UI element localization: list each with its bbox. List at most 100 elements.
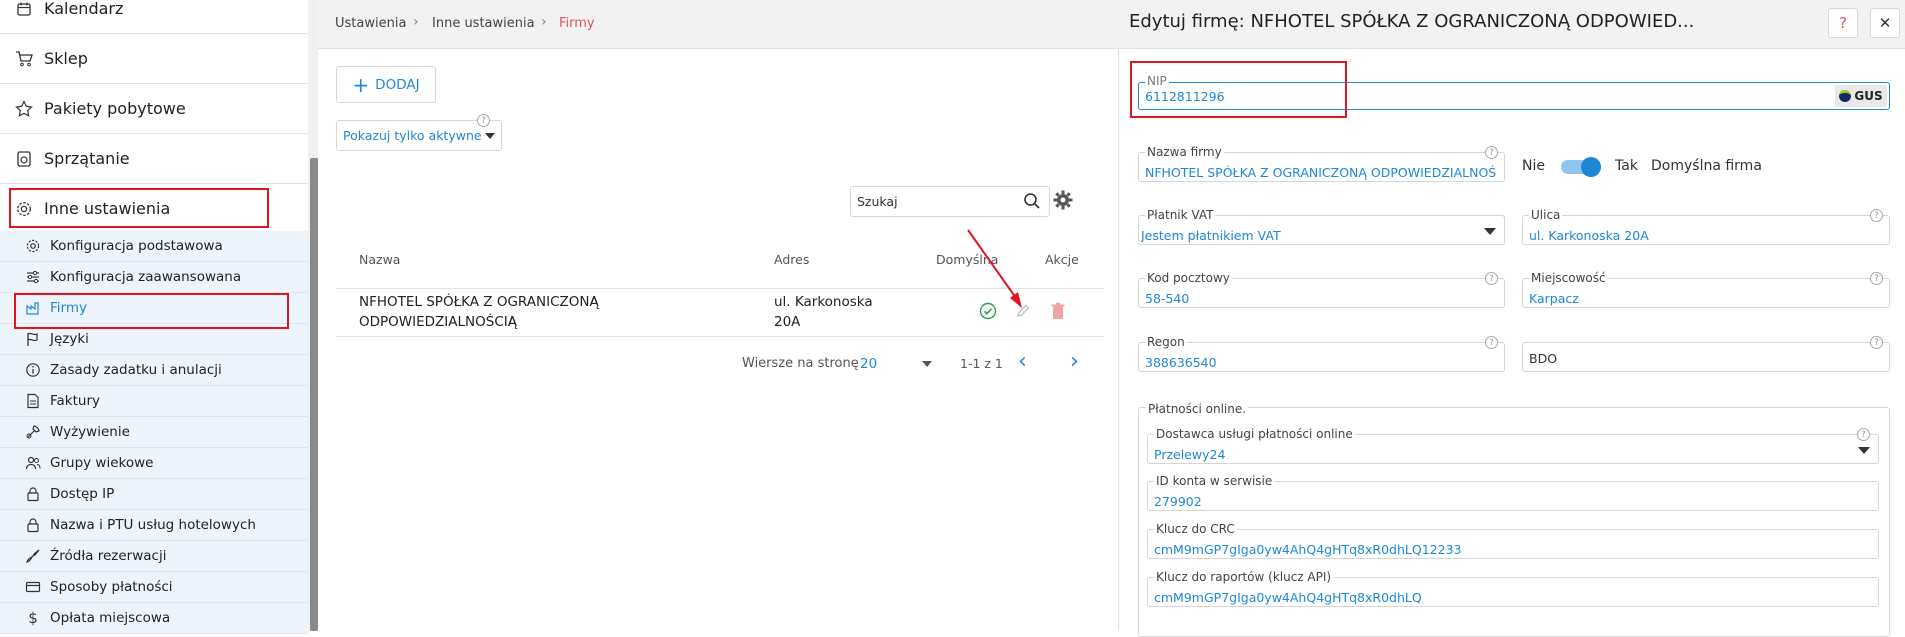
help-icon[interactable]: ? bbox=[1485, 146, 1498, 159]
sidebar-subitem-label: Opłata miejscowa bbox=[50, 610, 171, 626]
provider-label: Dostawca usługi płatności online bbox=[1154, 427, 1355, 441]
vat-value: Jestem płatnikiem VAT bbox=[1141, 228, 1281, 243]
company-name-value: NFHOTEL SPÓŁKA Z OGRANICZONĄ ODPOWIEDZIA… bbox=[1145, 165, 1496, 180]
column-header-address[interactable]: Adres bbox=[774, 252, 809, 267]
company-name-field[interactable]: Nazwa firmy NFHOTEL SPÓŁKA Z OGRANICZONĄ… bbox=[1138, 145, 1505, 182]
help-icon[interactable]: ? bbox=[1485, 272, 1498, 285]
company-name-label: Nazwa firmy bbox=[1145, 145, 1224, 159]
delete-trash-icon[interactable] bbox=[1050, 302, 1066, 324]
help-button[interactable]: ? bbox=[1828, 8, 1858, 38]
sidebar-subitem-faktury[interactable]: Faktury bbox=[0, 386, 308, 417]
street-field[interactable]: Ulica ul. Karkonoska 20A ? bbox=[1522, 208, 1890, 245]
bdo-label: BDO bbox=[1529, 351, 1558, 366]
gus-button[interactable]: GUS bbox=[1835, 85, 1887, 107]
help-icon[interactable]: ? bbox=[1870, 336, 1883, 349]
highlight-box bbox=[14, 293, 289, 329]
caret-down-icon bbox=[1484, 228, 1496, 235]
next-page-chevron-icon[interactable]: › bbox=[1070, 351, 1079, 373]
crc-key-field[interactable]: Klucz do CRC cmM9mGP7gIga0yw4AhQ4gHTq8xR… bbox=[1147, 522, 1879, 559]
active-filter-select[interactable]: Pokazuj tylko aktywne bbox=[336, 120, 502, 151]
city-field[interactable]: Miejscowość Karpacz ? bbox=[1522, 271, 1890, 308]
bdo-field[interactable]: BDO ? bbox=[1522, 336, 1890, 372]
sidebar-item-sklep[interactable]: Sklep bbox=[0, 34, 308, 84]
default-company-toggle[interactable] bbox=[1561, 157, 1601, 177]
help-icon[interactable]: ? bbox=[1870, 209, 1883, 222]
caret-down-icon bbox=[485, 133, 495, 139]
sidebar-subitem-grupy-wiekowe[interactable]: Grupy wiekowe bbox=[0, 448, 308, 479]
payment-provider-select[interactable]: Dostawca usługi płatności online Przelew… bbox=[1147, 427, 1879, 464]
account-id-label: ID konta w serwisie bbox=[1154, 474, 1275, 488]
sidebar-subitem-label: Konfiguracja podstawowa bbox=[50, 238, 223, 254]
close-button[interactable]: ✕ bbox=[1870, 8, 1900, 38]
row-company-name: NFHOTEL SPÓŁKA Z OGRANICZONĄ ODPOWIEDZIA… bbox=[359, 292, 599, 332]
info-icon bbox=[24, 361, 42, 379]
api-key-label: Klucz do raportów (klucz API) bbox=[1154, 570, 1334, 584]
lock-icon bbox=[24, 516, 42, 534]
plus-icon: + bbox=[352, 72, 370, 97]
postal-label: Kod pocztowy bbox=[1145, 271, 1232, 285]
provider-value: Przelewy24 bbox=[1154, 447, 1226, 462]
api-key-value: cmM9mGP7gIga0yw4AhQ4gHTq8xR0dhLQ bbox=[1154, 590, 1422, 605]
help-icon[interactable]: ? bbox=[1870, 272, 1883, 285]
sidebar-subitem-wyzywienie[interactable]: Wyżywienie bbox=[0, 417, 308, 448]
sidebar-subitem-label: Grupy wiekowe bbox=[50, 455, 154, 471]
sidebar-subitem-zasady[interactable]: Zasady zadatku i anulacji bbox=[0, 355, 308, 386]
postal-code-field[interactable]: Kod pocztowy 58-540 ? bbox=[1138, 271, 1505, 308]
sidebar-subitem-label: Sposoby płatności bbox=[50, 579, 173, 595]
food-icon bbox=[24, 423, 42, 441]
sidebar-subitem-dostep-ip[interactable]: Dostęp IP bbox=[0, 479, 308, 510]
search-input[interactable]: Szukaj bbox=[850, 186, 1050, 217]
help-icon[interactable]: ? bbox=[477, 114, 490, 127]
sidebar-subitem-konfiguracja-podstawowa[interactable]: Konfiguracja podstawowa bbox=[0, 231, 308, 262]
gus-logo-icon bbox=[1839, 90, 1852, 102]
lock-icon bbox=[24, 485, 42, 503]
sidebar-item-label: Pakiety pobytowe bbox=[44, 99, 186, 118]
cleaning-icon bbox=[14, 149, 34, 169]
regon-label: Regon bbox=[1145, 335, 1187, 349]
breadcrumb-item-inne-ustawienia[interactable]: Inne ustawienia bbox=[432, 16, 535, 31]
close-icon: ✕ bbox=[1878, 14, 1892, 32]
column-header-actions: Akcje bbox=[1045, 252, 1079, 267]
highlight-box bbox=[9, 188, 269, 228]
regon-value: 388636540 bbox=[1145, 355, 1217, 370]
sidebar-item-sprzatanie[interactable]: Sprzątanie bbox=[0, 134, 308, 184]
sidebar-item-label: Kalendarz bbox=[44, 0, 124, 18]
sidebar-item-kalendarz[interactable]: Kalendarz bbox=[0, 0, 308, 34]
star-icon bbox=[14, 99, 34, 119]
street-label: Ulica bbox=[1529, 208, 1563, 222]
vat-payer-select[interactable]: Płatnik VAT Jestem płatnikiem VAT bbox=[1138, 208, 1505, 245]
rows-per-page-select[interactable]: 20 bbox=[858, 351, 938, 377]
postal-value: 58-540 bbox=[1145, 291, 1190, 306]
sidebar-item-pakiety[interactable]: Pakiety pobytowe bbox=[0, 84, 308, 134]
sidebar-subitem-zrodla[interactable]: Źródła rezerwacji bbox=[0, 541, 308, 572]
help-icon[interactable]: ? bbox=[1485, 336, 1498, 349]
help-icon[interactable]: ? bbox=[1857, 428, 1870, 441]
breadcrumb-current: Firmy bbox=[559, 16, 595, 31]
sidebar-scrollbar-thumb[interactable] bbox=[310, 158, 318, 631]
prev-page-chevron-icon[interactable]: ‹ bbox=[1018, 351, 1027, 373]
api-key-field[interactable]: Klucz do raportów (klucz API) cmM9mGP7gI… bbox=[1147, 570, 1879, 607]
table-settings-gear-icon[interactable] bbox=[1052, 189, 1074, 215]
source-icon bbox=[24, 547, 42, 565]
city-value: Karpacz bbox=[1529, 291, 1579, 306]
add-button-label: DODAJ bbox=[375, 76, 420, 93]
cart-icon bbox=[14, 49, 34, 69]
sidebar-subitem-nazwa-ptu[interactable]: Nazwa i PTU usług hotelowych bbox=[0, 510, 308, 541]
regon-field[interactable]: Regon 388636540 ? bbox=[1138, 335, 1505, 372]
gear-icon bbox=[24, 237, 42, 255]
account-id-field[interactable]: ID konta w serwisie 279902 bbox=[1147, 474, 1879, 511]
sidebar-subitem-oplata[interactable]: $ Opłata miejscowa bbox=[0, 603, 308, 634]
panel-title: Edytuj firmę: NFHOTEL SPÓŁKA Z OGRANICZO… bbox=[1129, 11, 1695, 32]
chevron-right-icon: › bbox=[413, 14, 419, 30]
sidebar-item-label: Sklep bbox=[44, 49, 88, 68]
breadcrumb-item-ustawienia[interactable]: Ustawienia bbox=[335, 16, 406, 31]
account-id-value: 279902 bbox=[1154, 494, 1202, 509]
sidebar-subitem-label: Źródła rezerwacji bbox=[50, 548, 167, 564]
add-button[interactable]: + DODAJ bbox=[336, 66, 436, 103]
column-header-name[interactable]: Nazwa bbox=[359, 252, 400, 267]
sidebar-subitem-konfiguracja-zaawansowana[interactable]: Konfiguracja zaawansowana bbox=[0, 262, 308, 293]
sidebar-subitem-sposoby-platnosci[interactable]: Sposoby płatności bbox=[0, 572, 308, 603]
sidebar-subitem-label: Języki bbox=[50, 331, 89, 347]
street-value: ul. Karkonoska 20A bbox=[1529, 228, 1649, 243]
annotation-arrow bbox=[967, 229, 1022, 308]
